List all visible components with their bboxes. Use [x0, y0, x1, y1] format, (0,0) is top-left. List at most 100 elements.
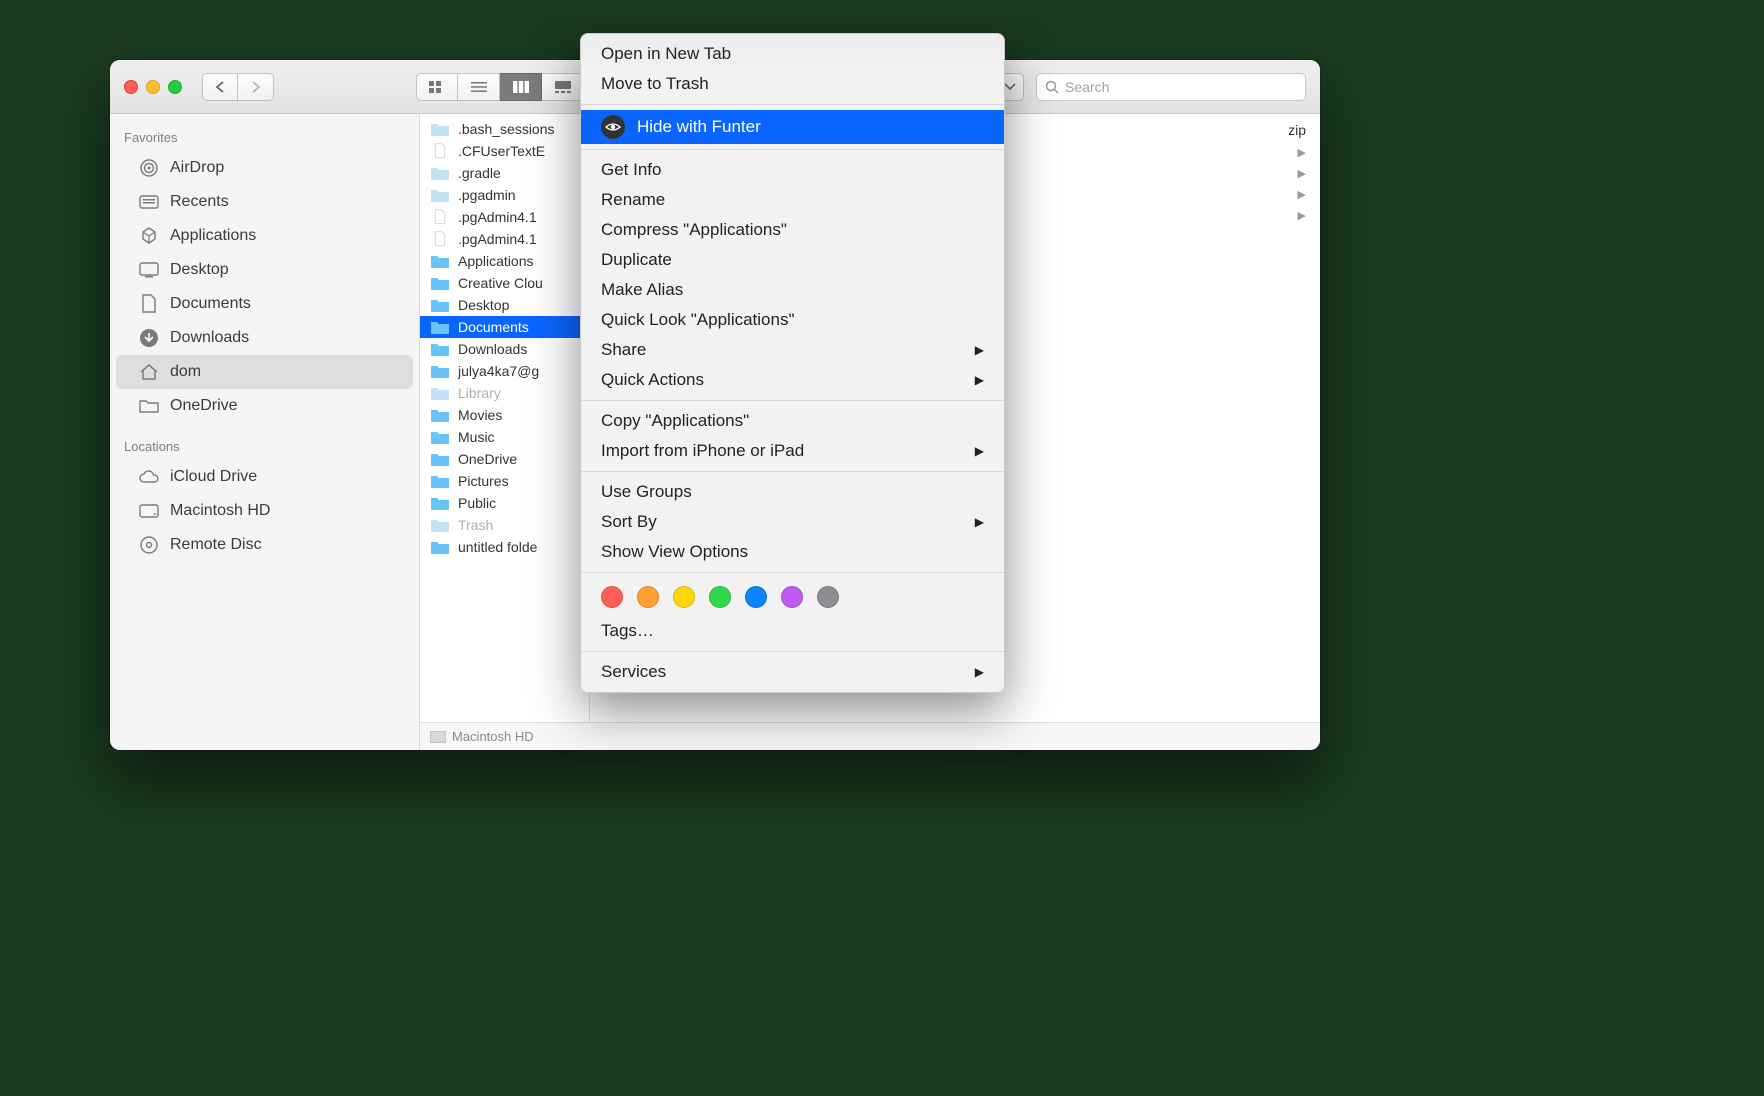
search-input[interactable]: Search — [1036, 73, 1306, 101]
sidebar-item-remote-disc[interactable]: Remote Disc — [116, 528, 413, 562]
sidebar-item-label: Remote Disc — [170, 536, 262, 554]
gallery-view-button[interactable] — [542, 73, 584, 101]
disk-icon — [430, 731, 446, 743]
sidebar-item-icloud[interactable]: iCloud Drive — [116, 460, 413, 494]
menu-item[interactable]: Share▶ — [581, 335, 1004, 365]
menu-item[interactable]: Quick Actions▶ — [581, 365, 1004, 395]
list-item[interactable]: .bash_sessions — [420, 118, 589, 140]
close-icon[interactable] — [124, 80, 138, 94]
menu-item-label: Open in New Tab — [601, 44, 731, 64]
tag-color[interactable] — [601, 586, 623, 608]
menu-item[interactable]: Show View Options — [581, 537, 1004, 567]
menu-item[interactable]: Services▶ — [581, 657, 1004, 687]
sidebar-item-desktop[interactable]: Desktop — [116, 253, 413, 287]
list-item[interactable]: OneDrive — [420, 448, 589, 470]
list-item[interactable]: .CFUserTextE — [420, 140, 589, 162]
list-item[interactable]: Music — [420, 426, 589, 448]
sidebar-item-label: dom — [170, 363, 201, 381]
menu-item[interactable]: Duplicate — [581, 245, 1004, 275]
sidebar-item-recents[interactable]: Recents — [116, 185, 413, 219]
menu-separator — [581, 572, 1004, 573]
menu-item[interactable]: Import from iPhone or iPad ▶ — [581, 436, 1004, 466]
file-label: untitled folde — [458, 539, 537, 555]
list-item[interactable]: Documents — [420, 316, 589, 338]
chevron-right-icon: ▶ — [975, 665, 984, 679]
list-item[interactable]: Public — [420, 492, 589, 514]
menu-separator — [581, 471, 1004, 472]
menu-separator — [581, 651, 1004, 652]
menu-item[interactable]: Tags… — [581, 616, 1004, 646]
sidebar-item-label: AirDrop — [170, 159, 224, 177]
list-item[interactable]: julya4ka7@g — [420, 360, 589, 382]
zoom-icon[interactable] — [168, 80, 182, 94]
menu-item[interactable]: Copy "Applications" — [581, 406, 1004, 436]
list-item[interactable]: Movies — [420, 404, 589, 426]
sidebar-item-label: Macintosh HD — [170, 502, 270, 520]
list-item[interactable]: Desktop — [420, 294, 589, 316]
list-item[interactable]: Pictures — [420, 470, 589, 492]
disc-icon — [138, 534, 160, 556]
back-button[interactable] — [202, 73, 238, 101]
sidebar-item-airdrop[interactable]: AirDrop — [116, 151, 413, 185]
file-label: Creative Clou — [458, 275, 543, 291]
list-item[interactable]: untitled folde — [420, 536, 589, 558]
tag-color[interactable] — [817, 586, 839, 608]
forward-button[interactable] — [238, 73, 274, 101]
tag-color-row — [581, 578, 1004, 616]
list-item[interactable]: Trash — [420, 514, 589, 536]
tag-color[interactable] — [637, 586, 659, 608]
file-label: Movies — [458, 407, 502, 423]
menu-item-label: Copy "Applications" — [601, 411, 749, 431]
list-item[interactable]: .pgadmin — [420, 184, 589, 206]
list-item[interactable]: Creative Clou — [420, 272, 589, 294]
disk-icon — [138, 500, 160, 522]
menu-item-label: Import from iPhone or iPad — [601, 441, 804, 461]
menu-item[interactable]: Quick Look "Applications" — [581, 305, 1004, 335]
sidebar-item-onedrive[interactable]: OneDrive — [116, 389, 413, 423]
menu-item-label: Rename — [601, 190, 665, 210]
menu-item-label: Show View Options — [601, 542, 748, 562]
list-item[interactable]: .pgAdmin4.1 — [420, 228, 589, 250]
search-icon — [1045, 80, 1059, 94]
list-view-button[interactable] — [458, 73, 500, 101]
menu-item[interactable]: Sort By▶ — [581, 507, 1004, 537]
desktop-icon — [138, 259, 160, 281]
list-item[interactable]: Downloads — [420, 338, 589, 360]
menu-item[interactable]: Rename — [581, 185, 1004, 215]
menu-item[interactable]: Make Alias — [581, 275, 1004, 305]
menu-item[interactable]: Compress "Applications" — [581, 215, 1004, 245]
tag-color[interactable] — [745, 586, 767, 608]
sidebar-item-home[interactable]: dom — [116, 355, 413, 389]
icon-view-button[interactable] — [416, 73, 458, 101]
chevron-right-icon: ▶ — [1298, 209, 1306, 222]
menu-item[interactable]: Move to Trash — [581, 69, 1004, 99]
list-item[interactable]: Library — [420, 382, 589, 404]
tag-color[interactable] — [673, 586, 695, 608]
tag-color[interactable] — [709, 586, 731, 608]
column-view-button[interactable] — [500, 73, 542, 101]
menu-item[interactable]: Open in New Tab — [581, 39, 1004, 69]
list-item[interactable]: Applications — [420, 250, 589, 272]
sidebar-item-downloads[interactable]: Downloads — [116, 321, 413, 355]
minimize-icon[interactable] — [146, 80, 160, 94]
sidebar-item-macintosh-hd[interactable]: Macintosh HD — [116, 494, 413, 528]
file-label: .pgadmin — [458, 187, 516, 203]
sidebar-item-label: iCloud Drive — [170, 468, 257, 486]
menu-item[interactable]: Hide with Funter — [581, 110, 1004, 144]
menu-separator — [581, 104, 1004, 105]
tag-color[interactable] — [781, 586, 803, 608]
list-item[interactable]: .pgAdmin4.1 — [420, 206, 589, 228]
list-item[interactable]: .gradle — [420, 162, 589, 184]
menu-item[interactable]: Get Info — [581, 155, 1004, 185]
sidebar-item-label: Desktop — [170, 261, 229, 279]
file-label: Downloads — [458, 341, 527, 357]
file-label: .gradle — [458, 165, 501, 181]
sidebar-item-applications[interactable]: Applications — [116, 219, 413, 253]
path-bar-label: Macintosh HD — [452, 729, 534, 744]
chevron-right-icon: ▶ — [975, 444, 984, 458]
sidebar: Favorites AirDrop Recents Applications D… — [110, 114, 420, 750]
menu-item[interactable]: Use Groups — [581, 477, 1004, 507]
view-mode-segment — [416, 73, 584, 101]
sidebar-item-documents[interactable]: Documents — [116, 287, 413, 321]
file-label: Trash — [458, 517, 493, 533]
